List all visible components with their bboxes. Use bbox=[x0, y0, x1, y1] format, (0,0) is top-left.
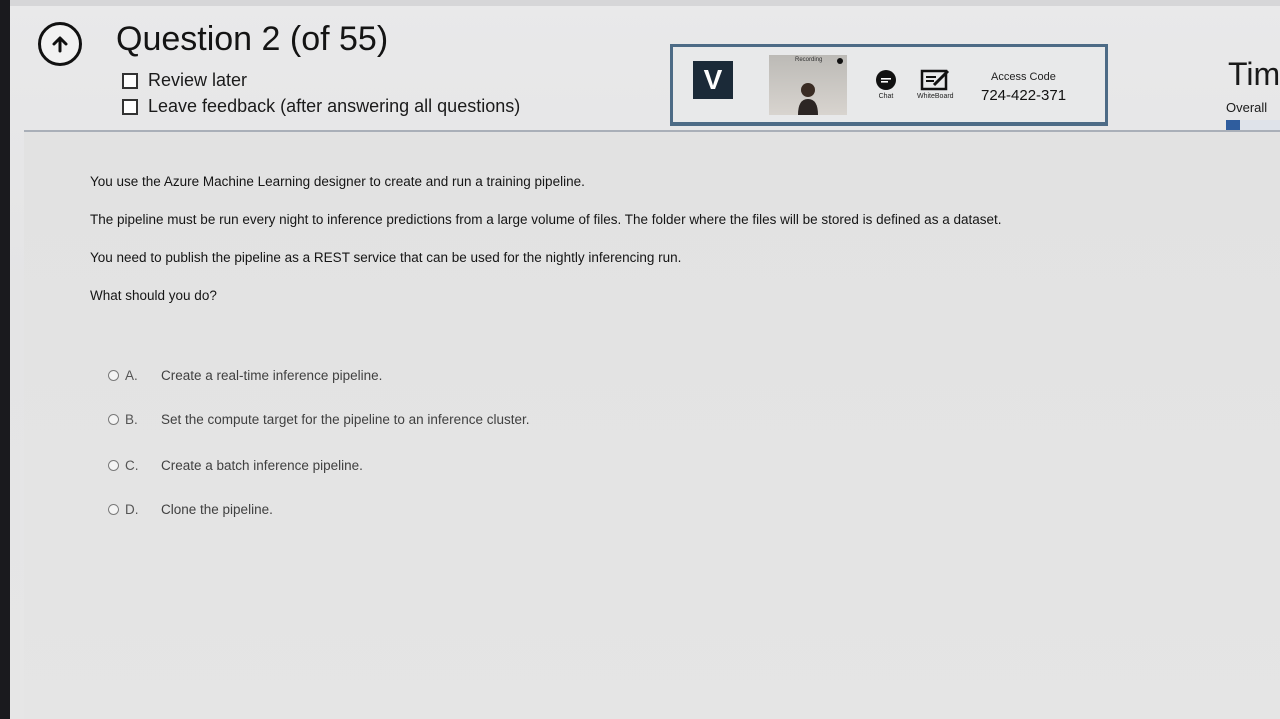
question-prompt: What should you do? bbox=[90, 288, 217, 303]
back-arrow-icon bbox=[52, 36, 68, 53]
webcam-preview: Recording bbox=[769, 55, 847, 115]
radio-button[interactable] bbox=[108, 414, 119, 425]
review-later-label: Review later bbox=[148, 70, 248, 90]
top-strip bbox=[10, 0, 1280, 6]
option-text: Create a real-time inference pipeline. bbox=[161, 368, 383, 383]
whiteboard-button[interactable]: WhiteBoard bbox=[917, 69, 954, 100]
whiteboard-icon bbox=[921, 69, 950, 91]
overall-label: Overall bbox=[1226, 100, 1268, 115]
option-text: Set the compute target for the pipeline … bbox=[161, 412, 530, 427]
proctor-logo: V bbox=[693, 61, 733, 99]
option-letter: C. bbox=[125, 458, 139, 473]
answer-option-a[interactable]: A. Create a real-time inference pipeline… bbox=[108, 368, 382, 383]
answer-option-c[interactable]: C. Create a batch inference pipeline. bbox=[108, 458, 363, 473]
question-stem-line: The pipeline must be run every night to … bbox=[90, 212, 1002, 227]
access-code-value: 724-422-371 bbox=[981, 87, 1067, 104]
recording-dot-icon bbox=[837, 58, 843, 64]
whiteboard-label: WhiteBoard bbox=[917, 93, 954, 100]
option-text: Create a batch inference pipeline. bbox=[161, 458, 363, 473]
recording-label: Recording bbox=[795, 57, 823, 63]
chat-icon bbox=[876, 70, 896, 90]
access-code-label: Access Code bbox=[991, 71, 1056, 83]
radio-button[interactable] bbox=[108, 460, 119, 471]
chat-button[interactable]: Chat bbox=[875, 69, 897, 100]
radio-button[interactable] bbox=[108, 370, 119, 381]
proctor-panel: V Recording Chat WhiteBoard Access Code … bbox=[670, 44, 1108, 126]
question-title: Question 2 (of 55) bbox=[116, 20, 389, 58]
question-stem-line: You need to publish the pipeline as a RE… bbox=[90, 250, 682, 265]
leave-feedback-label: Leave feedback (after answering all ques… bbox=[148, 96, 521, 116]
question-stem-line: You use the Azure Machine Learning desig… bbox=[90, 174, 585, 189]
option-letter: B. bbox=[125, 412, 138, 427]
radio-button[interactable] bbox=[108, 504, 119, 515]
answer-option-b[interactable]: B. Set the compute target for the pipeli… bbox=[108, 412, 529, 427]
chat-label: Chat bbox=[878, 93, 894, 100]
leave-feedback-checkbox[interactable] bbox=[122, 98, 138, 115]
option-text: Clone the pipeline. bbox=[161, 502, 273, 517]
question-panel: You use the Azure Machine Learning desig… bbox=[24, 130, 1280, 719]
leave-feedback-row[interactable]: Leave feedback (after answering all ques… bbox=[122, 96, 520, 117]
option-letter: D. bbox=[125, 502, 139, 517]
review-later-row[interactable]: Review later bbox=[122, 70, 247, 91]
exam-screen: Question 2 (of 55) Review later Leave fe… bbox=[10, 0, 1280, 719]
answer-option-d[interactable]: D. Clone the pipeline. bbox=[108, 502, 273, 517]
back-button[interactable] bbox=[38, 22, 82, 66]
person-silhouette-icon bbox=[798, 83, 818, 115]
review-later-checkbox[interactable] bbox=[122, 72, 138, 89]
timer-title: Tim bbox=[1228, 56, 1280, 92]
option-letter: A. bbox=[125, 368, 138, 383]
